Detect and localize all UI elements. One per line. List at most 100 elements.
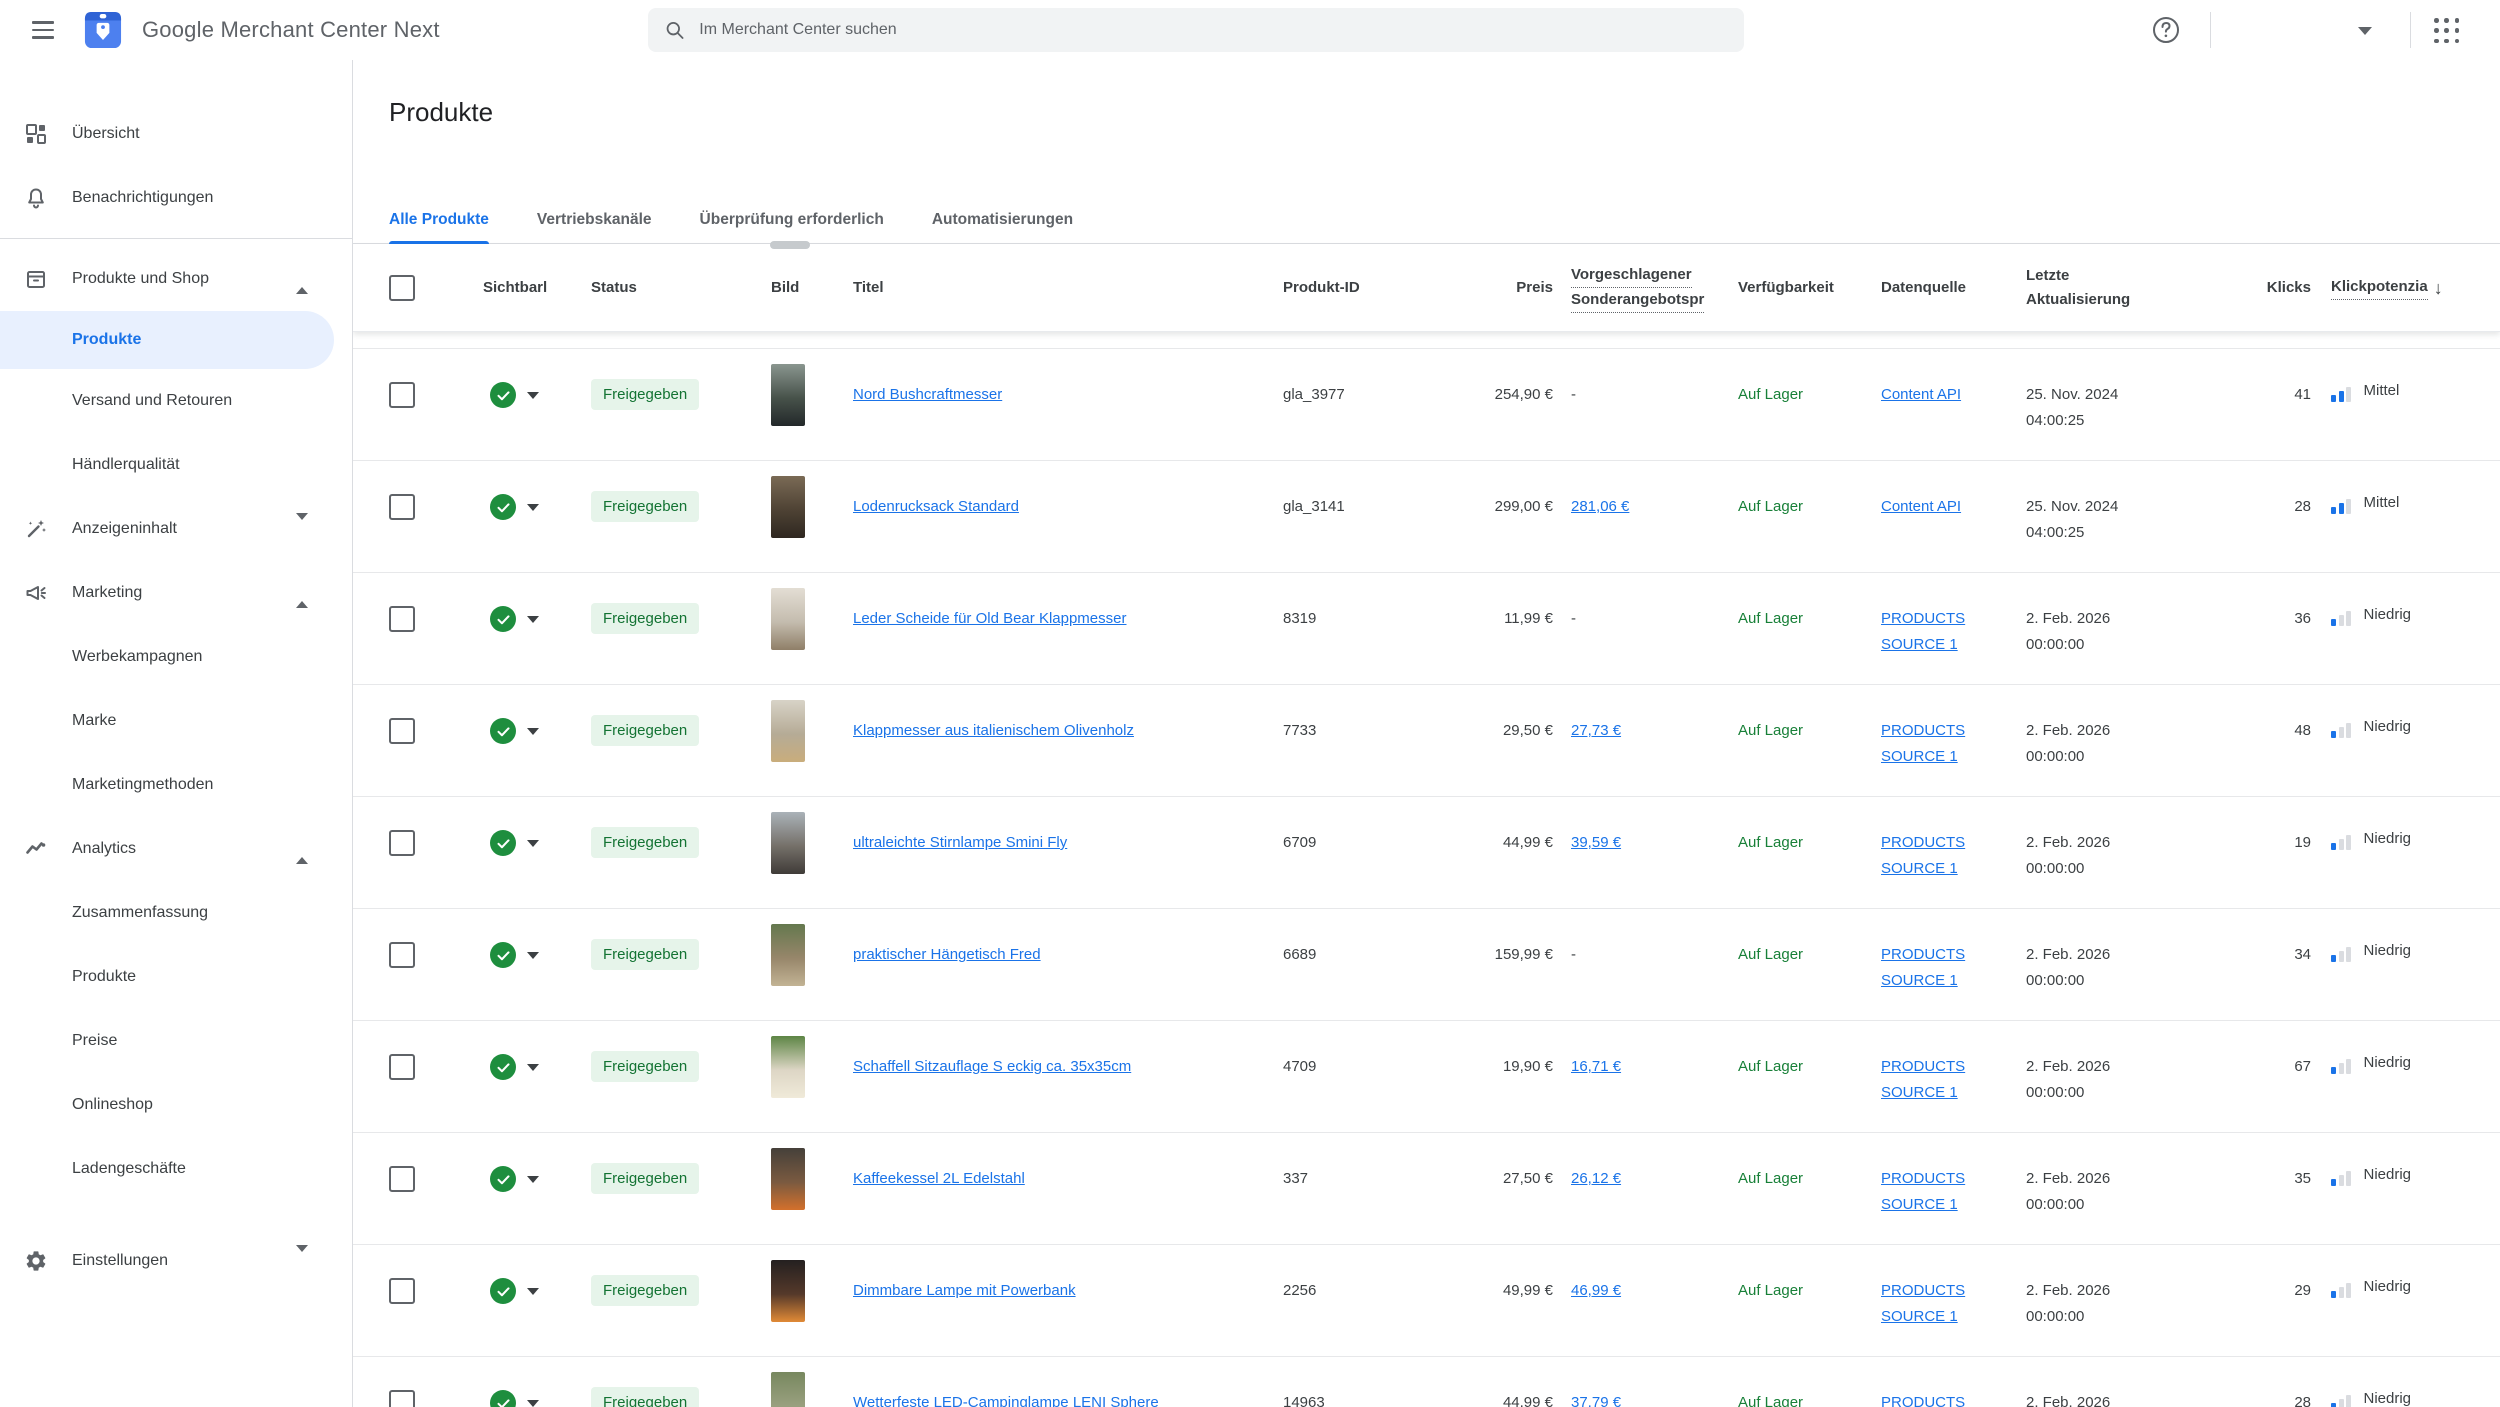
sidebar-item-marke[interactable]: Marke xyxy=(0,689,352,753)
sidebar-item-versand-und-retouren[interactable]: Versand und Retouren xyxy=(0,369,352,433)
visibility-caret-icon[interactable] xyxy=(527,1064,539,1071)
data-source-link[interactable]: SOURCE 1 xyxy=(1881,1192,1958,1218)
sidebar-item-analytics[interactable]: Analytics xyxy=(0,817,352,881)
product-title-link[interactable]: praktischer Hängetisch Fred xyxy=(853,946,1041,963)
visibility-approved-icon[interactable] xyxy=(490,718,516,744)
visibility-approved-icon[interactable] xyxy=(490,1166,516,1192)
suggested-price-link[interactable]: 26,12 € xyxy=(1571,1166,1621,1192)
row-checkbox[interactable] xyxy=(389,718,415,744)
suggested-price-empty: - xyxy=(1571,382,1576,408)
visibility-caret-icon[interactable] xyxy=(527,728,539,735)
product-title-link[interactable]: Leder Scheide für Old Bear Klappmesser xyxy=(853,610,1126,627)
row-checkbox[interactable] xyxy=(389,606,415,632)
sidebar-item-onlineshop[interactable]: Onlineshop xyxy=(0,1073,352,1137)
visibility-approved-icon[interactable] xyxy=(490,830,516,856)
sidebar-item-marketingmethoden[interactable]: Marketingmethoden xyxy=(0,753,352,817)
data-source-link[interactable]: SOURCE 1 xyxy=(1881,1304,1958,1330)
row-checkbox[interactable] xyxy=(389,494,415,520)
row-checkbox[interactable] xyxy=(389,1390,415,1407)
data-source-link[interactable]: PRODUCTS xyxy=(1881,718,1965,744)
sidebar-item-einstellungen[interactable]: Einstellungen xyxy=(0,1229,352,1293)
account-switcher-caret-icon[interactable] xyxy=(2358,27,2372,35)
sidebar-item-preise[interactable]: Preise xyxy=(0,1009,352,1073)
product-title-link[interactable]: ultraleichte Stirnlampe Smini Fly xyxy=(853,834,1067,851)
visibility-caret-icon[interactable] xyxy=(527,616,539,623)
visibility-approved-icon[interactable] xyxy=(490,1054,516,1080)
col-header-suggested-price[interactable]: Vorgeschlagener Sonderangebotspr xyxy=(1553,263,1726,313)
apps-grid-icon[interactable] xyxy=(2434,18,2460,44)
visibility-caret-icon[interactable] xyxy=(527,1176,539,1183)
data-source-link[interactable]: SOURCE 1 xyxy=(1881,968,1958,994)
suggested-price-link[interactable]: 27,73 € xyxy=(1571,718,1621,744)
sidebar-item-anzeigeninhalt[interactable]: Anzeigeninhalt xyxy=(0,497,352,561)
product-title-link[interactable]: Nord Bushcraftmesser xyxy=(853,386,1002,403)
visibility-approved-icon[interactable] xyxy=(490,382,516,408)
select-all-checkbox[interactable] xyxy=(389,275,415,301)
product-title-link[interactable]: Lodenrucksack Standard xyxy=(853,498,1019,515)
data-source-link[interactable]: PRODUCTS xyxy=(1881,1166,1965,1192)
col-header-click-potential[interactable]: Klickpotenzia ↓ xyxy=(2311,275,2500,300)
data-source-link[interactable]: SOURCE 1 xyxy=(1881,632,1958,658)
visibility-caret-icon[interactable] xyxy=(527,840,539,847)
row-checkbox[interactable] xyxy=(389,1054,415,1080)
sidebar-item-analytics-produkte[interactable]: Produkte xyxy=(0,945,352,1009)
sidebar-item-werbekampagnen[interactable]: Werbekampagnen xyxy=(0,625,352,689)
menu-icon[interactable] xyxy=(30,20,56,40)
product-title-link[interactable]: Kaffeekessel 2L Edelstahl xyxy=(853,1170,1025,1187)
row-checkbox[interactable] xyxy=(389,942,415,968)
visibility-approved-icon[interactable] xyxy=(490,1390,516,1407)
visibility-caret-icon[interactable] xyxy=(527,1288,539,1295)
row-checkbox[interactable] xyxy=(389,382,415,408)
sidebar-item-haendlerqualitaet[interactable]: Händlerqualität xyxy=(0,433,352,497)
data-source-link[interactable]: PRODUCTS xyxy=(1881,1054,1965,1080)
tab-überprüfung-erforderlich[interactable]: Überprüfung erforderlich xyxy=(700,196,884,244)
visibility-caret-icon[interactable] xyxy=(527,504,539,511)
visibility-caret-icon[interactable] xyxy=(527,952,539,959)
visibility-approved-icon[interactable] xyxy=(490,1278,516,1304)
search-bar[interactable] xyxy=(648,8,1744,52)
data-source-link[interactable]: PRODUCTS xyxy=(1881,1278,1965,1304)
search-input[interactable] xyxy=(699,21,1728,39)
visibility-caret-icon[interactable] xyxy=(527,392,539,399)
line-chart-icon xyxy=(24,837,48,861)
data-source-link[interactable]: SOURCE 1 xyxy=(1881,1080,1958,1106)
product-title-link[interactable]: Dimmbare Lampe mit Powerbank xyxy=(853,1282,1076,1299)
data-source-link[interactable]: PRODUCTS xyxy=(1881,830,1965,856)
sidebar-item-marketing[interactable]: Marketing xyxy=(0,561,352,625)
data-source-link[interactable]: Content API xyxy=(1881,494,1961,520)
data-source-link[interactable]: Content API xyxy=(1881,382,1961,408)
sidebar-item-ladengeschaefte[interactable]: Ladengeschäfte xyxy=(0,1137,352,1201)
visibility-caret-icon[interactable] xyxy=(527,1400,539,1407)
price: 29,50 € xyxy=(1503,722,1553,739)
row-checkbox[interactable] xyxy=(389,830,415,856)
row-checkbox[interactable] xyxy=(389,1278,415,1304)
help-icon[interactable] xyxy=(2152,16,2180,44)
product-title-link[interactable]: Schaffell Sitzauflage S eckig ca. 35x35c… xyxy=(853,1058,1131,1075)
visibility-approved-icon[interactable] xyxy=(490,494,516,520)
suggested-price-link[interactable]: 46,99 € xyxy=(1571,1278,1621,1304)
row-checkbox[interactable] xyxy=(389,1166,415,1192)
data-source-link[interactable]: SOURCE 1 xyxy=(1881,744,1958,770)
product-title-link[interactable]: Wetterfeste LED-Campinglampe LENI Sphere xyxy=(853,1394,1159,1407)
data-source-link[interactable]: PRODUCTS xyxy=(1881,1390,1965,1407)
product-title-link[interactable]: Klappmesser aus italienischem Olivenholz xyxy=(853,722,1134,739)
suggested-price-link[interactable]: 281,06 € xyxy=(1571,494,1629,520)
visibility-approved-icon[interactable] xyxy=(490,942,516,968)
suggested-price-link[interactable]: 37,79 € xyxy=(1571,1390,1621,1407)
data-source-link[interactable]: PRODUCTS xyxy=(1881,606,1965,632)
tab-vertriebskanäle[interactable]: Vertriebskanäle xyxy=(537,196,652,244)
sidebar-item-produkte[interactable]: Produkte xyxy=(0,311,334,369)
sidebar-item-zusammenfassung[interactable]: Zusammenfassung xyxy=(0,881,352,945)
sidebar-item-uebersicht[interactable]: Übersicht xyxy=(0,102,352,166)
data-source-link[interactable]: PRODUCTS xyxy=(1881,942,1965,968)
sidebar-item-benachrichtigungen[interactable]: Benachrichtigungen xyxy=(0,166,352,230)
horizontal-scrollbar-thumb[interactable] xyxy=(770,241,810,249)
tab-alle-produkte[interactable]: Alle Produkte xyxy=(389,196,489,244)
suggested-price-link[interactable]: 39,59 € xyxy=(1571,830,1621,856)
suggested-price-link[interactable]: 16,71 € xyxy=(1571,1054,1621,1080)
data-source-link[interactable]: SOURCE 1 xyxy=(1881,856,1958,882)
tab-automatisierungen[interactable]: Automatisierungen xyxy=(932,196,1073,244)
visibility-approved-icon[interactable] xyxy=(490,606,516,632)
status-badge: Freigegeben xyxy=(591,939,699,970)
sidebar-item-produkte-und-shop[interactable]: Produkte und Shop xyxy=(0,247,352,311)
